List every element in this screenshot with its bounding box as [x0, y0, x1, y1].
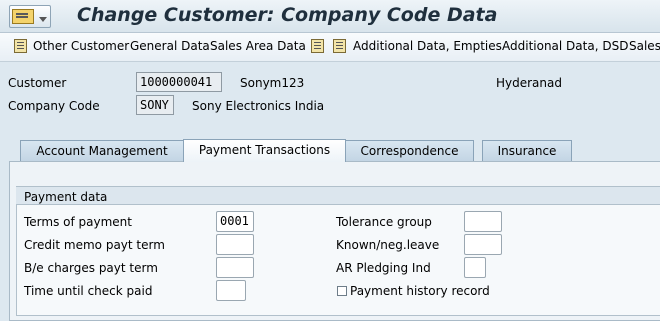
other-customer-icon: [14, 39, 27, 53]
general-data-button[interactable]: General Data: [130, 39, 210, 53]
known-neg-leave-input[interactable]: [464, 234, 502, 255]
menu-icon: [12, 9, 34, 24]
customer-name: Sonym123: [240, 76, 305, 90]
be-charges-payt-term-label: B/e charges payt term: [24, 261, 158, 275]
customer-field: 1000000041: [136, 72, 222, 92]
customer-label: Customer: [8, 76, 67, 90]
customer-city: Hyderanad: [496, 76, 562, 90]
payment-data-header: [16, 187, 660, 205]
credit-memo-payt-term-label: Credit memo payt term: [24, 238, 165, 252]
company-code-field: SONY: [136, 95, 174, 115]
tab-insurance[interactable]: Insurance: [482, 140, 572, 161]
tolerance-group-input[interactable]: [464, 211, 502, 232]
ar-pledging-ind-input[interactable]: [464, 257, 486, 278]
payment-data-title: Payment data: [24, 190, 108, 204]
title-bar: Change Customer: Company Code Data: [0, 0, 660, 33]
tab-account-management[interactable]: Account Management: [20, 140, 184, 161]
additional-data-dsd-button[interactable]: Additional Data, DSD: [502, 39, 628, 53]
chevron-down-icon: [39, 17, 47, 22]
payment-history-record-checkbox[interactable]: [337, 286, 347, 296]
be-charges-payt-term-input[interactable]: [216, 257, 254, 278]
tab-payment-transactions[interactable]: Payment Transactions: [183, 139, 346, 162]
payment-history-record-label: Payment history record: [350, 284, 490, 298]
sales-button[interactable]: Sales: [629, 39, 660, 53]
credit-memo-payt-term-input[interactable]: [216, 234, 254, 255]
application-toolbar: Other Customer General Data Sales Area D…: [0, 33, 660, 62]
company-code-label: Company Code: [8, 99, 100, 113]
additional-data-empties-button[interactable]: Additional Data, Empties: [353, 39, 502, 53]
document-arrow-icon[interactable]: [333, 39, 346, 53]
tab-strip: Account Management Payment Transactions …: [0, 139, 660, 162]
known-neg-leave-label: Known/neg.leave: [336, 238, 440, 252]
tolerance-group-label: Tolerance group: [336, 215, 432, 229]
system-menu-button[interactable]: [9, 5, 51, 28]
terms-of-payment-input[interactable]: 0001: [216, 211, 254, 232]
tab-correspondence[interactable]: Correspondence: [345, 140, 474, 161]
time-until-check-paid-label: Time until check paid: [24, 284, 153, 298]
document-icon[interactable]: [311, 39, 324, 53]
company-name: Sony Electronics India: [192, 99, 325, 113]
other-customer-button[interactable]: Other Customer: [33, 39, 129, 53]
terms-of-payment-label: Terms of payment: [24, 215, 132, 229]
ar-pledging-ind-label: AR Pledging Ind: [336, 261, 431, 275]
time-until-check-paid-input[interactable]: [216, 280, 246, 301]
sales-area-data-button[interactable]: Sales Area Data: [210, 39, 306, 53]
page-title: Change Customer: Company Code Data: [77, 4, 498, 26]
